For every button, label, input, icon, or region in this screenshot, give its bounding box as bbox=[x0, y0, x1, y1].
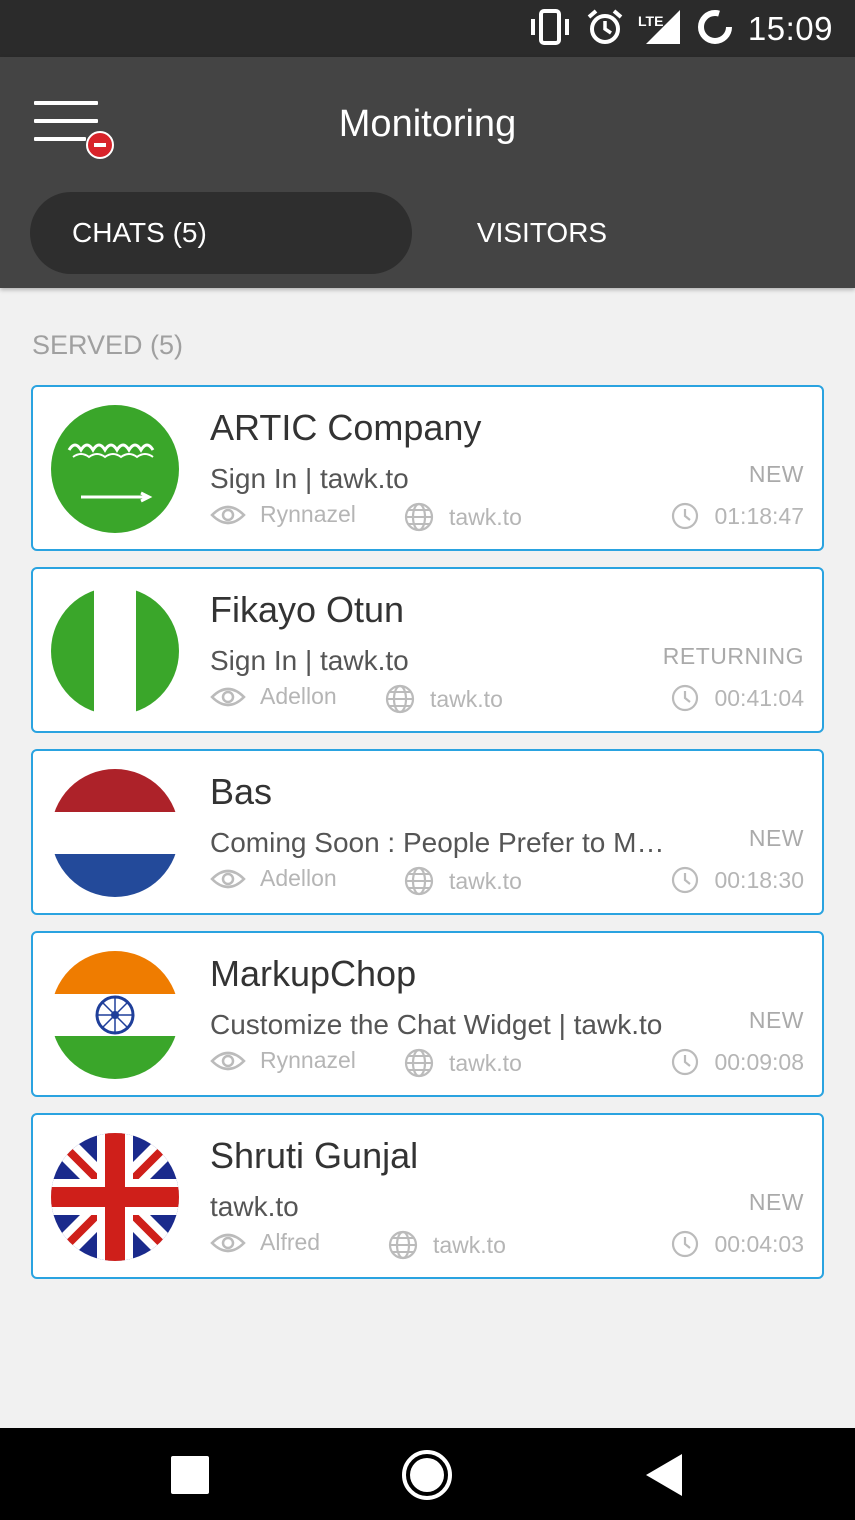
chat-duration: 00:18:30 bbox=[670, 865, 804, 895]
visitor-type-badge: NEW bbox=[748, 825, 804, 851]
system-nav-bar bbox=[0, 1428, 855, 1520]
chat-card[interactable]: ARTIC Company Sign In | tawk.to NEW Rynn… bbox=[31, 385, 824, 551]
chat-visitor-name: Shruti Gunjal bbox=[210, 1135, 419, 1176]
globe-icon bbox=[403, 1047, 435, 1079]
status-time: 15:09 bbox=[747, 10, 833, 47]
duration-value: 01:18:47 bbox=[714, 502, 804, 529]
globe-icon bbox=[403, 865, 435, 897]
chat-site: tawk.to bbox=[384, 683, 503, 715]
site-name: tawk.to bbox=[433, 1231, 506, 1258]
tab-bar: CHATS (5) VISITORS bbox=[30, 192, 825, 274]
chat-visitor-name: MarkupChop bbox=[210, 953, 417, 994]
globe-icon bbox=[387, 1229, 419, 1261]
agent-name: Rynnazel bbox=[260, 1047, 356, 1073]
chat-site: tawk.to bbox=[403, 1047, 522, 1079]
alarm-icon bbox=[586, 8, 624, 51]
home-button[interactable] bbox=[400, 1448, 454, 1502]
eye-icon bbox=[210, 503, 246, 527]
chat-page-title: Coming Soon : People Prefer to Me... bbox=[210, 827, 670, 858]
recents-square-icon bbox=[163, 1456, 217, 1506]
site-name: tawk.to bbox=[449, 1049, 522, 1076]
saudi-arabia-flag-icon bbox=[51, 405, 179, 533]
clock-icon bbox=[670, 1047, 700, 1077]
clock-icon bbox=[670, 683, 700, 713]
eye-icon bbox=[210, 1049, 246, 1073]
status-icons: LTE 15:09 bbox=[528, 8, 833, 50]
chat-visitor-name: Fikayo Otun bbox=[210, 589, 405, 630]
globe-icon bbox=[384, 683, 416, 715]
chat-duration: 00:09:08 bbox=[670, 1047, 804, 1077]
chat-site: tawk.to bbox=[403, 501, 522, 533]
india-flag-icon bbox=[51, 951, 179, 1079]
lte-signal-icon: LTE bbox=[638, 8, 682, 51]
svg-text:LTE: LTE bbox=[638, 13, 663, 29]
united-kingdom-flag-icon bbox=[51, 1133, 179, 1261]
tab-chats[interactable]: CHATS (5) bbox=[30, 192, 412, 274]
site-name: tawk.to bbox=[430, 685, 503, 712]
battery-icon bbox=[696, 8, 734, 51]
visitor-type-badge: RETURNING bbox=[662, 643, 804, 669]
chat-visitor-name: Bas bbox=[210, 771, 273, 812]
chat-duration: 00:41:04 bbox=[670, 683, 804, 713]
duration-value: 00:09:08 bbox=[714, 1048, 804, 1075]
clock-icon bbox=[670, 865, 700, 895]
visitor-type-badge: NEW bbox=[748, 461, 804, 487]
site-name: tawk.to bbox=[449, 503, 522, 530]
chat-card[interactable]: Shruti Gunjal tawk.to NEW Alfred tawk.to… bbox=[31, 1113, 824, 1279]
clock-icon bbox=[670, 1229, 700, 1259]
agent-name: Rynnazel bbox=[260, 501, 356, 527]
chat-agent: Rynnazel bbox=[210, 501, 356, 528]
page-title: Monitoring bbox=[338, 103, 517, 145]
agent-name: Adellon bbox=[260, 683, 337, 709]
visitor-type-badge: NEW bbox=[748, 1189, 804, 1215]
chat-duration: 01:18:47 bbox=[670, 501, 804, 531]
agent-name: Adellon bbox=[260, 865, 337, 891]
chat-card[interactable]: MarkupChop Customize the Chat Widget | t… bbox=[31, 931, 824, 1097]
recents-button[interactable] bbox=[163, 1448, 217, 1502]
nigeria-flag-icon bbox=[51, 587, 179, 715]
clock-icon bbox=[670, 501, 700, 531]
chat-agent: Rynnazel bbox=[210, 1047, 356, 1074]
globe-icon bbox=[403, 501, 435, 533]
status-bar: LTE 15:09 bbox=[0, 0, 855, 57]
chat-page-title: Sign In | tawk.to bbox=[210, 645, 409, 676]
netherlands-flag-icon bbox=[51, 769, 179, 897]
visitor-type-badge: NEW bbox=[748, 1007, 804, 1033]
chat-agent: Adellon bbox=[210, 865, 337, 892]
chat-page-title: Sign In | tawk.to bbox=[210, 463, 409, 494]
duration-value: 00:04:03 bbox=[714, 1230, 804, 1257]
chat-duration: 00:04:03 bbox=[670, 1229, 804, 1259]
agent-name: Alfred bbox=[260, 1229, 321, 1255]
vibrate-icon bbox=[528, 8, 572, 50]
chat-page-title: Customize the Chat Widget | tawk.to bbox=[210, 1009, 663, 1040]
tab-visitors[interactable]: VISITORS bbox=[412, 192, 672, 274]
back-triangle-icon bbox=[638, 1454, 692, 1506]
duration-value: 00:18:30 bbox=[714, 866, 804, 893]
chat-site: tawk.to bbox=[403, 865, 522, 897]
eye-icon bbox=[210, 867, 246, 891]
chat-page-title: tawk.to bbox=[210, 1191, 299, 1222]
chat-card[interactable]: Bas Coming Soon : People Prefer to Me...… bbox=[31, 749, 824, 915]
chat-list: ARTIC Company Sign In | tawk.to NEW Rynn… bbox=[31, 385, 824, 1295]
chat-visitor-name: ARTIC Company bbox=[210, 407, 482, 448]
app-bar: Monitoring CHATS (5) VISITORS bbox=[0, 57, 855, 288]
home-circle-icon bbox=[400, 1450, 454, 1506]
chat-agent: Adellon bbox=[210, 683, 337, 710]
eye-icon bbox=[210, 685, 246, 709]
eye-icon bbox=[210, 1231, 246, 1255]
back-button[interactable] bbox=[638, 1448, 692, 1502]
duration-value: 00:41:04 bbox=[714, 684, 804, 711]
served-section-label: SERVED (5) bbox=[32, 330, 184, 360]
site-name: tawk.to bbox=[449, 867, 522, 894]
chat-agent: Alfred bbox=[210, 1229, 320, 1256]
chat-site: tawk.to bbox=[387, 1229, 506, 1261]
chat-card[interactable]: Fikayo Otun Sign In | tawk.to RETURNING … bbox=[31, 567, 824, 733]
